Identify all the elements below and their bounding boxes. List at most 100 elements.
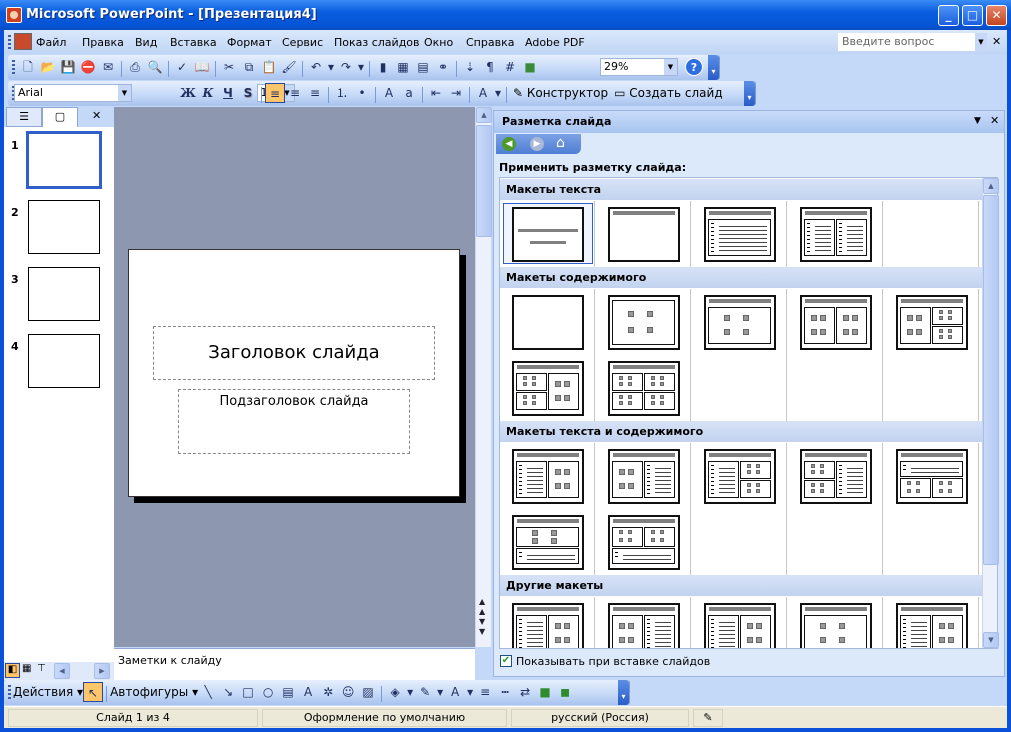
- slide-title-placeholder[interactable]: Заголовок слайда: [153, 326, 435, 380]
- layout-option[interactable]: [788, 443, 883, 509]
- format-painter-icon[interactable]: 🖌: [279, 57, 299, 77]
- layout-option[interactable]: [500, 289, 595, 355]
- color-grayscale-icon[interactable]: ■: [520, 57, 540, 77]
- layout-option[interactable]: [500, 597, 595, 648]
- zoom-combo[interactable]: 29% ▼: [600, 58, 678, 76]
- line-icon[interactable]: ╲: [198, 682, 218, 702]
- dropdown-icon[interactable]: ▾: [405, 682, 415, 702]
- layout-option[interactable]: [884, 289, 979, 355]
- bold-button[interactable]: Ж: [178, 83, 198, 103]
- layout-option[interactable]: [596, 289, 691, 355]
- scroll-thumb[interactable]: [983, 195, 999, 565]
- layout-option[interactable]: [692, 597, 787, 648]
- align-right-icon[interactable]: ≡: [305, 83, 325, 103]
- layout-option[interactable]: [500, 509, 595, 575]
- underline-button[interactable]: Ч: [218, 83, 238, 103]
- shadow-icon[interactable]: ■: [535, 682, 555, 702]
- line-color-icon[interactable]: ✎: [415, 682, 435, 702]
- layout-option[interactable]: [788, 201, 883, 267]
- toolbar-options-icon[interactable]: ▾: [618, 680, 629, 705]
- center-icon[interactable]: ≡: [285, 83, 305, 103]
- normal-view-icon[interactable]: ◧: [5, 663, 20, 678]
- font-color-icon[interactable]: A: [445, 682, 465, 702]
- layout-option[interactable]: [884, 443, 979, 509]
- toolbar-grip[interactable]: [8, 35, 11, 50]
- layout-option[interactable]: [500, 443, 595, 509]
- layout-option[interactable]: [596, 443, 691, 509]
- slide-vertical-scrollbar[interactable]: ▲ ▲ ▲ ▼ ▼: [475, 107, 492, 647]
- prev-next-slide-icons[interactable]: ▲ ▲ ▼ ▼: [479, 597, 485, 637]
- align-left-icon[interactable]: ≡: [265, 83, 285, 103]
- layout-option[interactable]: [788, 289, 883, 355]
- menu-item[interactable]: Показ слайдов: [334, 36, 420, 49]
- menu-item[interactable]: Adobe PDF: [525, 36, 585, 49]
- dropdown-icon[interactable]: ▾: [435, 682, 445, 702]
- dropdown-icon[interactable]: ▾: [356, 57, 366, 77]
- dash-style-icon[interactable]: ┅: [495, 682, 515, 702]
- notes-pane[interactable]: Заметки к слайду: [114, 648, 475, 680]
- diagram-icon[interactable]: ✲: [318, 682, 338, 702]
- scroll-thumb[interactable]: [476, 125, 492, 237]
- dropdown-icon[interactable]: ▾: [326, 57, 336, 77]
- help-icon[interactable]: ?: [685, 58, 703, 76]
- paste-icon[interactable]: 📋: [259, 57, 279, 77]
- close-pane-button[interactable]: ✕: [92, 109, 101, 122]
- textbox-icon[interactable]: ▤: [278, 682, 298, 702]
- slide-thumbnail[interactable]: [28, 267, 100, 321]
- slide-thumbnail[interactable]: [28, 200, 100, 254]
- toolbar-options-icon[interactable]: ▾: [708, 55, 719, 80]
- email-icon[interactable]: ✉: [98, 57, 118, 77]
- arrow-icon[interactable]: ↘: [218, 682, 238, 702]
- expand-icon[interactable]: ⇣: [460, 57, 480, 77]
- powerpoint-app-icon[interactable]: [6, 7, 22, 23]
- slide-canvas[interactable]: Заголовок слайда Подзаголовок слайда: [128, 249, 460, 497]
- wordart-icon[interactable]: A: [298, 682, 318, 702]
- menu-item[interactable]: Вид: [135, 36, 157, 49]
- layout-option[interactable]: [500, 201, 595, 267]
- forward-icon[interactable]: ▶: [530, 137, 544, 151]
- table-icon[interactable]: ▦: [393, 57, 413, 77]
- arrow-style-icon[interactable]: ⇄: [515, 682, 535, 702]
- layout-option[interactable]: [596, 355, 691, 421]
- actions-menu[interactable]: Действия ▾: [13, 682, 83, 702]
- menu-item[interactable]: Правка: [82, 36, 124, 49]
- save-icon[interactable]: 💾: [58, 57, 78, 77]
- layout-option[interactable]: [500, 355, 595, 421]
- slide-thumbnail[interactable]: [26, 131, 102, 189]
- document-icon[interactable]: [14, 33, 32, 50]
- scroll-up-button[interactable]: ▲: [983, 178, 999, 194]
- layout-option[interactable]: [692, 443, 787, 509]
- layout-option[interactable]: [788, 597, 883, 648]
- autoshapes-menu[interactable]: Автофигуры ▾: [110, 682, 198, 702]
- italic-button[interactable]: К: [198, 83, 218, 103]
- help-dropdown-icon[interactable]: ▼: [975, 33, 987, 51]
- 3d-icon[interactable]: ◼: [555, 682, 575, 702]
- design-button[interactable]: ✎ Конструктор: [510, 83, 611, 103]
- task-pane-close-icon[interactable]: ✕: [990, 114, 999, 127]
- scroll-right-button[interactable]: ▶: [94, 663, 110, 679]
- show-formatting-icon[interactable]: ¶: [480, 57, 500, 77]
- print-preview-icon[interactable]: 🔍: [145, 57, 165, 77]
- scroll-up-button[interactable]: ▲: [476, 107, 492, 123]
- home-icon[interactable]: ⌂: [556, 135, 565, 151]
- menu-item[interactable]: Окно: [424, 36, 453, 49]
- research-icon[interactable]: 📖: [192, 57, 212, 77]
- minimize-button[interactable]: _: [938, 5, 959, 26]
- toolbar-grip[interactable]: [12, 60, 15, 75]
- scroll-left-button[interactable]: ◀: [54, 663, 70, 679]
- spelling-icon[interactable]: ✓: [172, 57, 192, 77]
- line-style-icon[interactable]: ≡: [475, 682, 495, 702]
- increase-font-icon[interactable]: A: [379, 83, 399, 103]
- new-slide-button[interactable]: ▭ Создать слайд: [611, 83, 726, 103]
- picture-icon[interactable]: ▨: [358, 682, 378, 702]
- decrease-indent-icon[interactable]: ⇤: [426, 83, 446, 103]
- tab-outline[interactable]: ☰: [6, 107, 42, 127]
- font-name-combo[interactable]: Arial ▼: [14, 84, 132, 102]
- decrease-font-icon[interactable]: a: [399, 83, 419, 103]
- slide-thumbnail[interactable]: [28, 334, 100, 388]
- layout-list-scrollbar[interactable]: ▲ ▼: [982, 178, 999, 648]
- task-pane-menu-icon[interactable]: ▼: [974, 116, 981, 126]
- chevron-down-icon[interactable]: ▼: [118, 85, 131, 101]
- select-pointer-icon[interactable]: ↖: [83, 682, 104, 702]
- slide-sorter-view-icon[interactable]: ▦: [22, 663, 31, 674]
